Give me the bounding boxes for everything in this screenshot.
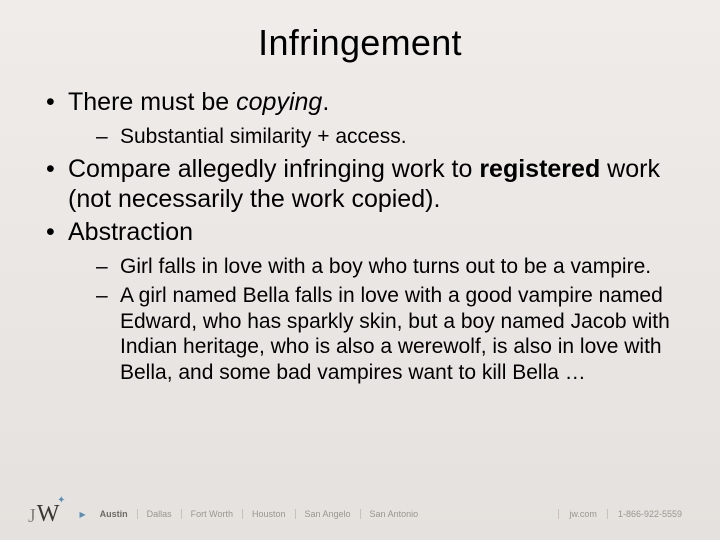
sub-list: Girl falls in love with a boy who turns … [68, 254, 680, 386]
footer-site: jw.com [558, 509, 607, 519]
star-icon: ✦ [57, 496, 65, 506]
sub-item: Substantial similarity + access. [68, 124, 680, 150]
city-list: Austin Dallas Fort Worth Houston San Ang… [98, 509, 427, 519]
bullet-item: Abstraction Girl falls in love with a bo… [40, 218, 680, 386]
sub-text: A girl named Bella falls in love with a … [120, 284, 670, 384]
footer-phone: 1-866-922-5559 [607, 509, 692, 519]
city-item: Fort Worth [182, 509, 243, 519]
sub-list: Substantial similarity + access. [68, 124, 680, 150]
city-item: Houston [243, 509, 296, 519]
bullet-text: There must be [68, 88, 236, 116]
bullet-emph: copying [236, 88, 322, 116]
city-item: San Antonio [361, 509, 428, 519]
triangle-icon: ▶ [79, 510, 85, 519]
logo-letter-w: W ✦ [37, 502, 60, 526]
logo-letter-j: J [28, 506, 36, 526]
sub-text: Girl falls in love with a boy who turns … [120, 255, 651, 278]
slide-title: Infringement [40, 22, 680, 64]
logo: J W ✦ [28, 502, 59, 526]
city-item: San Angelo [296, 509, 361, 519]
sub-item: Girl falls in love with a boy who turns … [68, 254, 680, 280]
bullet-item: There must be copying. Substantial simil… [40, 88, 680, 149]
footer: J W ✦ ▶ Austin Dallas Fort Worth Houston… [0, 502, 720, 526]
footer-right: jw.com 1-866-922-5559 [558, 509, 692, 519]
sub-item: A girl named Bella falls in love with a … [68, 283, 680, 385]
slide: Infringement There must be copying. Subs… [0, 0, 720, 540]
sub-text: Substantial similarity + access. [120, 125, 407, 148]
bullet-list: There must be copying. Substantial simil… [40, 88, 680, 386]
bullet-text: Abstraction [68, 218, 193, 246]
city-item: Austin [98, 509, 138, 519]
bullet-strong: registered [479, 155, 600, 183]
logo-w-text: W [37, 501, 60, 527]
bullet-text: . [322, 88, 329, 116]
bullet-item: Compare allegedly infringing work to reg… [40, 155, 680, 214]
city-item: Dallas [138, 509, 182, 519]
bullet-text: Compare allegedly infringing work to [68, 155, 479, 183]
